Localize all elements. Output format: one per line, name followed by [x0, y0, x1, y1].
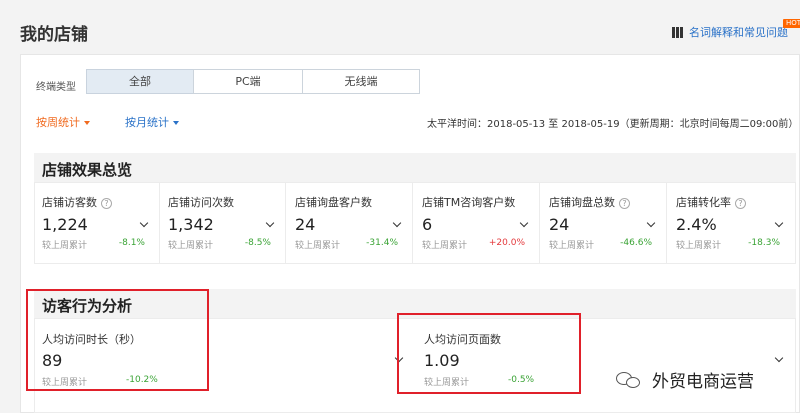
book-icon	[672, 26, 683, 38]
metric-value: 1,342	[168, 215, 214, 234]
metric-change: -8.1%	[118, 238, 145, 248]
metric-change: -31.4%	[366, 238, 398, 248]
metric-label-visitors: 店铺访客数?	[42, 194, 112, 210]
weekly-stats-toggle[interactable]: 按周统计	[36, 114, 90, 130]
chevron-down-icon[interactable]	[774, 218, 784, 228]
metric-value: 2.4%	[676, 215, 717, 234]
metric-card-tm-customers[interactable]: 店铺TM咨询客户数 6 较上周累计 +20.0%	[414, 182, 540, 264]
date-range-info: 太平洋时间：2018-05-13 至 2018-05-19（更新周期：北京时间每…	[427, 119, 799, 130]
segment-wireless[interactable]: 无线端	[302, 69, 420, 94]
page-header: 我的店铺 名词解释和常见问题 HOT	[0, 0, 800, 52]
help-icon[interactable]: ?	[101, 197, 112, 209]
terminal-type-label: 终端类型	[36, 82, 76, 93]
caret-down-icon	[173, 121, 179, 125]
metric-value: 1,224	[42, 215, 88, 234]
compare-label: 较上周累计	[422, 241, 468, 251]
highlight-box-duration	[26, 289, 209, 391]
segment-all[interactable]: 全部	[86, 69, 194, 94]
metric-value: 6	[422, 215, 433, 234]
metric-card-visits[interactable]: 店铺访问次数 1,342 较上周累计 -8.5%	[160, 182, 286, 264]
page-title: 我的店铺	[20, 25, 88, 45]
metric-label-inquiry-total: 店铺询盘总数?	[549, 194, 630, 210]
hot-badge: HOT	[783, 19, 800, 28]
compare-label: 较上周累计	[295, 241, 341, 251]
overview-title: 店铺效果总览	[42, 161, 133, 179]
chevron-down-icon[interactable]	[519, 218, 529, 228]
help-link-label: 名词解释和常见问题	[689, 26, 788, 39]
watermark-text: 外贸电商运营	[652, 372, 754, 392]
metric-change: +20.0%	[488, 238, 525, 248]
compare-label: 较上周累计	[549, 241, 595, 251]
wechat-icon	[616, 370, 644, 390]
chevron-down-icon[interactable]	[646, 218, 656, 228]
compare-label: 较上周累计	[168, 241, 214, 251]
compare-label: 较上周累计	[42, 241, 88, 251]
metric-label-inquiry-customers: 店铺询盘客户数	[295, 196, 372, 209]
overview-title-bar	[34, 153, 796, 182]
metric-label-conversion: 店铺转化率?	[676, 194, 746, 210]
chevron-down-icon[interactable]	[392, 218, 402, 228]
chevron-down-icon[interactable]	[265, 218, 275, 228]
caret-down-icon	[84, 121, 90, 125]
chevron-down-icon[interactable]	[139, 218, 149, 228]
metric-change: -18.3%	[748, 238, 780, 248]
monthly-stats-toggle[interactable]: 按月统计	[125, 114, 179, 130]
compare-label: 较上周累计	[676, 241, 722, 251]
metric-label-tm-customers: 店铺TM咨询客户数	[422, 196, 516, 209]
metric-value: 24	[295, 215, 316, 234]
help-link[interactable]: 名词解释和常见问题	[672, 24, 788, 40]
metric-card-inquiry-total[interactable]: 店铺询盘总数? 24 较上周累计 -46.6%	[541, 182, 667, 264]
highlight-box-pages	[397, 313, 581, 394]
metric-change: -8.5%	[244, 238, 271, 248]
monthly-stats-label: 按月统计	[125, 116, 169, 129]
metric-card-conversion[interactable]: 店铺转化率? 2.4% 较上周累计 -18.3%	[668, 182, 794, 264]
metric-label-visits: 店铺访问次数	[168, 196, 234, 209]
metric-change: -46.6%	[620, 238, 652, 248]
metric-card-inquiry-customers[interactable]: 店铺询盘客户数 24 较上周累计 -31.4%	[287, 182, 413, 264]
segment-pc[interactable]: PC端	[193, 69, 303, 94]
weekly-stats-label: 按周统计	[36, 116, 80, 129]
help-icon[interactable]: ?	[619, 197, 630, 209]
metric-card-visitors[interactable]: 店铺访客数? 1,224 较上周累计 -8.1%	[34, 182, 160, 264]
help-icon[interactable]: ?	[735, 197, 746, 209]
watermark: 外贸电商运营	[616, 367, 754, 392]
metric-value: 24	[549, 215, 570, 234]
